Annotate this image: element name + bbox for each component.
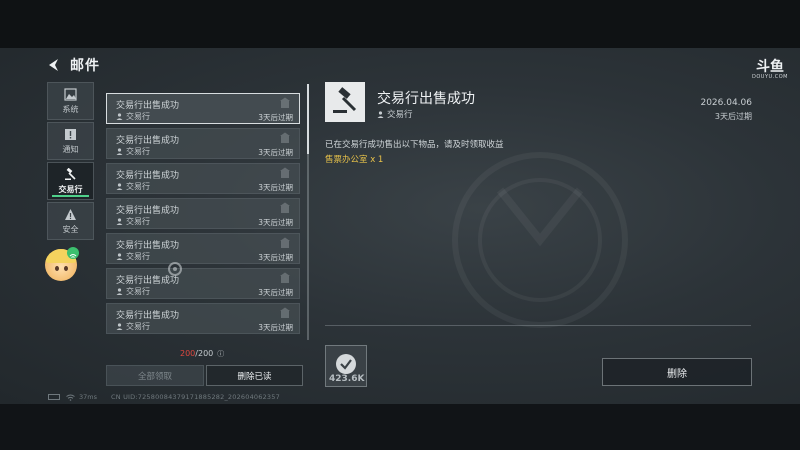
mail-sender: 交易行	[116, 146, 150, 157]
mail-count-total: /200	[195, 349, 214, 358]
tab-security[interactable]: 安全	[47, 202, 94, 240]
detail-title: 交易行出售成功	[377, 91, 475, 107]
mail-title: 交易行出售成功	[116, 171, 180, 181]
list-item[interactable]: 交易行出售成功 交易行 3天后过期	[106, 233, 300, 264]
mail-sender-label: 交易行	[126, 217, 150, 226]
gavel-icon	[325, 82, 365, 122]
watermark-domain: DOUYU.COM	[752, 74, 788, 80]
watermark-logo: 斗鱼	[756, 59, 784, 75]
tab-label: 通知	[62, 144, 79, 154]
mail-sender: 交易行	[116, 111, 150, 122]
mail-title: 交易行出售成功	[116, 276, 180, 286]
person-icon	[116, 323, 123, 330]
top-letterbox	[0, 0, 800, 48]
attachment-count: 423.6K	[329, 374, 365, 384]
building-icon	[280, 272, 290, 283]
mail-sender: 交易行	[116, 321, 150, 332]
attachment-slot[interactable]: 423.6K	[325, 345, 367, 387]
person-icon	[116, 253, 123, 260]
mail-expire: 3天后过期	[258, 183, 293, 192]
mail-title: 交易行出售成功	[116, 311, 180, 321]
detail-expire: 3天后过期	[714, 112, 752, 121]
uid-text: CN UID:72580084379171885282_202604062357	[111, 393, 280, 401]
tab-notice[interactable]: 通知	[47, 122, 94, 160]
tab-label: 系统	[62, 104, 79, 114]
mail-title: 交易行出售成功	[116, 136, 180, 146]
person-icon	[116, 183, 123, 190]
person-icon	[116, 288, 123, 295]
mail-title: 交易行出售成功	[116, 101, 180, 111]
mail-sender-label: 交易行	[126, 287, 150, 296]
building-icon	[280, 202, 290, 213]
person-icon	[116, 218, 123, 225]
back-arrow-icon[interactable]	[46, 57, 62, 73]
info-icon[interactable]: ⓘ	[217, 350, 224, 358]
detail-reward: 售票办公室 x 1	[325, 155, 384, 165]
mail-expire: 3天后过期	[258, 218, 293, 227]
list-item[interactable]: 交易行出售成功 交易行 3天后过期	[106, 303, 300, 334]
mail-count-current: 200	[180, 349, 196, 358]
mail-sender: 交易行	[116, 181, 150, 192]
detail-divider	[325, 325, 751, 326]
latency-text: 37ms	[79, 393, 97, 401]
mail-expire: 3天后过期	[258, 323, 293, 332]
mail-sender-label: 交易行	[126, 252, 150, 261]
list-item[interactable]: 交易行出售成功 交易行 3天后过期	[106, 93, 300, 124]
building-icon	[280, 97, 290, 108]
person-icon	[116, 148, 123, 155]
mail-expire: 3天后过期	[258, 148, 293, 157]
mail-sender: 交易行	[116, 286, 150, 297]
status-bar: 37ms CN UID:72580084379171885282_2026040…	[48, 392, 280, 402]
check-icon	[336, 354, 356, 374]
gavel-icon	[65, 167, 76, 180]
bottom-letterbox	[0, 404, 800, 450]
mail-sender-label: 交易行	[126, 182, 150, 191]
mail-expire: 3天后过期	[258, 253, 293, 262]
person-icon	[116, 113, 123, 120]
mail-title: 交易行出售成功	[116, 241, 180, 251]
battery-icon	[48, 394, 60, 400]
mail-count: 200/200 ⓘ	[180, 349, 224, 359]
person-icon	[377, 110, 384, 118]
building-icon	[280, 237, 290, 248]
detail-sender: 交易行	[377, 108, 413, 120]
background-emblem	[452, 152, 628, 328]
tab-label: 安全	[62, 224, 79, 234]
mail-sender-label: 交易行	[126, 147, 150, 156]
list-item[interactable]: 交易行出售成功 交易行 3天后过期	[106, 268, 300, 299]
delete-read-button[interactable]: 删除已读	[206, 365, 303, 386]
tab-system[interactable]: 系统	[47, 82, 94, 120]
building-icon	[280, 307, 290, 318]
detail-sender-label: 交易行	[387, 110, 413, 120]
building-icon	[280, 167, 290, 178]
building-icon	[280, 132, 290, 143]
list-item[interactable]: 交易行出售成功 交易行 3天后过期	[106, 128, 300, 159]
wifi-icon	[66, 394, 75, 401]
mail-sender: 交易行	[116, 251, 150, 262]
tab-label: 交易行	[58, 184, 83, 194]
warning-icon	[65, 208, 76, 220]
touch-cursor-icon	[168, 262, 182, 276]
mail-sender: 交易行	[116, 216, 150, 227]
collect-all-button[interactable]: 全部领取	[106, 365, 204, 386]
list-item[interactable]: 交易行出售成功 交易行 3天后过期	[106, 198, 300, 229]
detail-body: 已在交易行成功售出以下物品，请及时领取收益	[325, 140, 504, 150]
mail-sender-label: 交易行	[126, 322, 150, 331]
detail-date: 2026.04.06	[700, 98, 752, 108]
header: 邮件	[46, 53, 100, 77]
mail-title: 交易行出售成功	[116, 206, 180, 216]
tab-auction[interactable]: 交易行	[47, 162, 94, 200]
mail-list: 交易行出售成功 交易行 3天后过期 交易行出售成功 交易行 3天后过期 交易行出…	[104, 90, 304, 340]
delete-button[interactable]: 删除	[602, 358, 752, 386]
page-title: 邮件	[70, 58, 100, 74]
mail-expire: 3天后过期	[258, 113, 293, 122]
wifi-badge-icon[interactable]	[67, 247, 79, 259]
alert-icon	[65, 128, 76, 140]
image-icon	[64, 87, 77, 101]
scrollbar-thumb[interactable]	[307, 84, 309, 154]
douyu-watermark: 斗鱼 DOUYU.COM	[752, 60, 788, 80]
list-item[interactable]: 交易行出售成功 交易行 3天后过期	[106, 163, 300, 194]
mail-expire: 3天后过期	[258, 288, 293, 297]
mail-sender-label: 交易行	[126, 112, 150, 121]
